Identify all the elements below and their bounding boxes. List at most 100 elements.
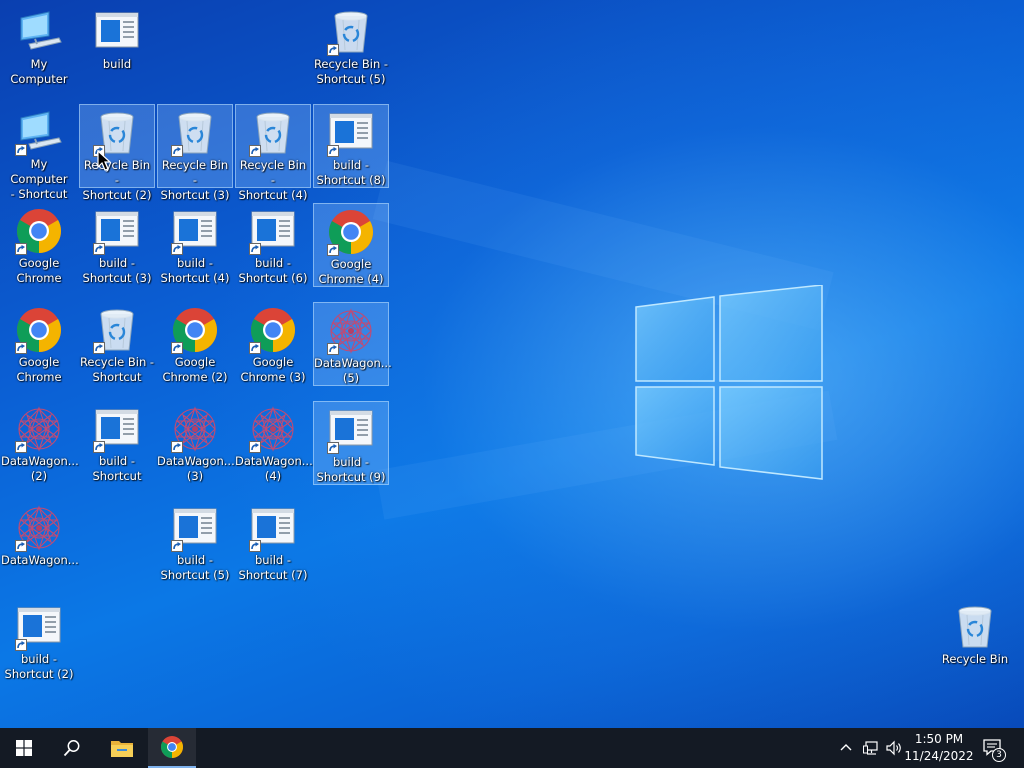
network-icon[interactable] (863, 740, 879, 756)
shortcut-arrow-icon (327, 442, 339, 454)
desktop-icon-chrome[interactable]: Google Chrome (2) (157, 302, 233, 386)
build-icon (249, 504, 297, 552)
desktop-icon-label: Google Chrome (3) (240, 355, 306, 384)
shortcut-arrow-icon (327, 244, 339, 256)
start-button[interactable] (0, 728, 48, 768)
build-icon (93, 207, 141, 255)
taskbar: 1:50 PM 11/24/2022 3 (0, 728, 1024, 768)
file-explorer-button[interactable] (98, 728, 146, 768)
clock-date: 11/24/2022 (904, 749, 974, 763)
shortcut-arrow-icon (249, 342, 261, 354)
search-button[interactable] (48, 728, 96, 768)
desktop-icon-label: Recycle Bin (941, 652, 1009, 666)
build-icon (171, 207, 219, 255)
desktop[interactable]: My Computer build Recycle Bin - Shortcut (… (0, 0, 1024, 728)
desktop-icon-label: build - Shortcut (3) (82, 256, 152, 285)
desktop-icon-label: build - Shortcut (92, 454, 142, 483)
desktop-icon-label: My Computer - Shortcut (10, 157, 68, 201)
action-center-button[interactable]: 3 (980, 736, 1006, 762)
desktop-icon-chrome[interactable]: Google Chrome (1, 302, 77, 386)
chevron-up-icon[interactable] (838, 740, 854, 756)
shortcut-arrow-icon (15, 243, 27, 255)
desktop-icon-label: build (102, 57, 132, 71)
desktop-icon-label: DataWagon... (3) (157, 454, 235, 483)
datawagon-icon (249, 405, 297, 453)
desktop-icon-build[interactable]: build - Shortcut (79, 401, 155, 485)
chrome-icon (249, 306, 297, 354)
desktop-icon-label: build - Shortcut (8) (316, 158, 386, 187)
desktop-icon-build[interactable]: build - Shortcut (9) (313, 401, 389, 485)
desktop-icon-label: Recycle Bin - Shortcut (5) (313, 57, 389, 86)
datawagon-icon (327, 307, 375, 355)
shortcut-arrow-icon (171, 145, 183, 157)
desktop-icon-datawagon[interactable]: DataWagon... (5) (313, 302, 392, 386)
shortcut-arrow-icon (93, 243, 105, 255)
desktop-icon-recycle[interactable]: Recycle Bin - Shortcut (3) (157, 104, 233, 202)
chrome-icon (161, 736, 183, 758)
desktop-icon-label: Recycle Bin - Shortcut (3) (160, 158, 230, 202)
shortcut-arrow-icon (171, 441, 183, 453)
desktop-icon-build[interactable]: build - Shortcut (7) (235, 500, 311, 584)
desktop-icon-label: DataWagon... (5) (314, 356, 392, 385)
desktop-icon-build[interactable]: build - Shortcut (3) (79, 203, 155, 287)
desktop-icon-recycle[interactable]: Recycle Bin - Shortcut (79, 302, 155, 386)
desktop-icon-label: build - Shortcut (4) (160, 256, 230, 285)
chrome-icon (15, 207, 63, 255)
desktop-icon-build[interactable]: build (79, 4, 155, 88)
shortcut-arrow-icon (15, 342, 27, 354)
desktop-icon-build[interactable]: build - Shortcut (2) (1, 599, 77, 683)
desktop-icon-build[interactable]: build - Shortcut (5) (157, 500, 233, 584)
windows-logo-icon (16, 740, 32, 756)
desktop-icon-label: DataWagon... (4) (235, 454, 313, 483)
desktop-icon-label: Recycle Bin - Shortcut (2) (82, 158, 152, 202)
desktop-icon-computer[interactable]: My Computer - Shortcut (1, 104, 77, 201)
datawagon-icon (15, 405, 63, 453)
shortcut-arrow-icon (171, 243, 183, 255)
chrome-taskbar-button[interactable] (148, 728, 196, 768)
desktop-icon-build[interactable]: build - Shortcut (4) (157, 203, 233, 287)
shortcut-arrow-icon (15, 540, 27, 552)
desktop-icon-label: Recycle Bin - Shortcut (4) (238, 158, 308, 202)
desktop-icon-label: Google Chrome (16, 355, 62, 384)
shortcut-arrow-icon (93, 441, 105, 453)
desktop-icon-recycle[interactable]: Recycle Bin (937, 599, 1013, 683)
recycle-icon (327, 8, 375, 56)
shortcut-arrow-icon (249, 441, 261, 453)
build-icon (327, 406, 375, 454)
desktop-icon-computer[interactable]: My Computer (1, 4, 77, 88)
desktop-icon-datawagon[interactable]: DataWagon... (1, 500, 79, 584)
desktop-icon-datawagon[interactable]: DataWagon... (2) (1, 401, 79, 485)
desktop-icon-label: Google Chrome (4) (318, 257, 384, 286)
desktop-icon-chrome[interactable]: Google Chrome (3) (235, 302, 311, 386)
computer-icon (15, 108, 63, 156)
recycle-icon (249, 109, 297, 157)
build-icon (327, 109, 375, 157)
shortcut-arrow-icon (327, 44, 339, 56)
build-icon (15, 603, 63, 651)
search-icon (63, 740, 80, 757)
shortcut-arrow-icon (15, 639, 27, 651)
desktop-icon-label: build - Shortcut (7) (238, 553, 308, 582)
system-clock[interactable]: 1:50 PM 11/24/2022 (900, 731, 978, 765)
desktop-icon-recycle[interactable]: Recycle Bin - Shortcut (5) (313, 4, 389, 88)
desktop-icon-recycle[interactable]: Recycle Bin - Shortcut (2) (79, 104, 155, 202)
desktop-icon-label: DataWagon... (2) (1, 454, 79, 483)
desktop-icon-build[interactable]: build - Shortcut (8) (313, 104, 389, 188)
chrome-icon (327, 208, 375, 256)
build-icon (249, 207, 297, 255)
mouse-cursor-icon (97, 150, 111, 171)
desktop-icon-recycle[interactable]: Recycle Bin - Shortcut (4) (235, 104, 311, 202)
desktop-icon-chrome[interactable]: Google Chrome (4) (313, 203, 389, 287)
datawagon-icon (171, 405, 219, 453)
desktop-icon-label: build - Shortcut (5) (160, 553, 230, 582)
shortcut-arrow-icon (171, 342, 183, 354)
shortcut-arrow-icon (249, 243, 261, 255)
shortcut-arrow-icon (15, 441, 27, 453)
desktop-icon-datawagon[interactable]: DataWagon... (3) (157, 401, 235, 485)
desktop-icon-chrome[interactable]: Google Chrome (1, 203, 77, 287)
shortcut-arrow-icon (327, 343, 339, 355)
desktop-icon-label: DataWagon... (1, 553, 79, 567)
desktop-icon-build[interactable]: build - Shortcut (6) (235, 203, 311, 287)
chrome-icon (15, 306, 63, 354)
desktop-icon-datawagon[interactable]: DataWagon... (4) (235, 401, 313, 485)
